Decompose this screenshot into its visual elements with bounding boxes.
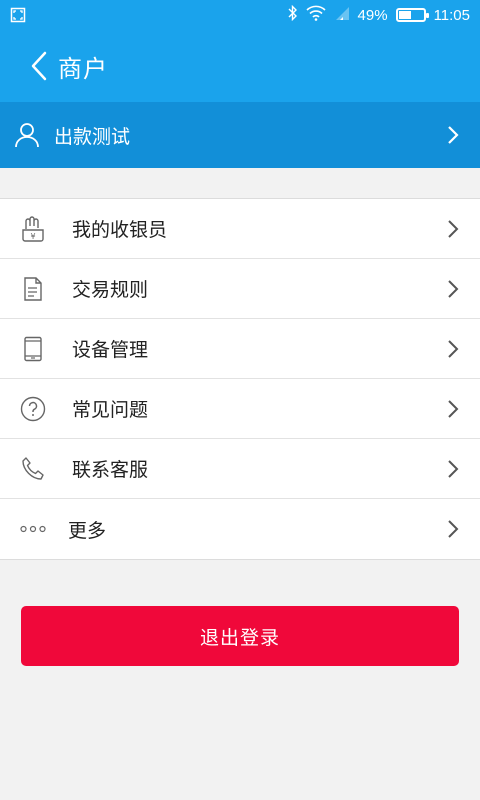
more-dots-icon [20, 516, 46, 542]
wifi-icon [305, 5, 326, 25]
battery-fill [398, 11, 412, 19]
menu-item-more[interactable]: 更多 [0, 499, 480, 559]
page-title: 商户 [58, 54, 108, 83]
menu-item-label: 联系客服 [72, 459, 149, 481]
screenshot-icon [10, 7, 26, 23]
svg-text:¥: ¥ [30, 232, 35, 241]
phone-icon [20, 456, 46, 482]
chevron-right-icon [446, 399, 460, 419]
menu-item-label: 更多 [68, 519, 107, 542]
bluetooth-icon [288, 4, 298, 25]
chevron-right-icon [446, 459, 460, 479]
account-name: 出款测试 [54, 125, 131, 148]
menu-list: ¥ 我的收银员 交易规则 设备管理 常见问题 联系客服 更多 [0, 198, 480, 560]
chevron-right-icon [446, 219, 460, 239]
document-icon [20, 276, 46, 302]
menu-item-label: 常见问题 [72, 399, 149, 421]
battery-icon [395, 8, 429, 22]
menu-item-label: 我的收银员 [72, 219, 168, 241]
menu-item-customer-service[interactable]: 联系客服 [0, 439, 480, 499]
question-icon [20, 396, 46, 422]
back-arrow-icon[interactable] [30, 50, 50, 82]
cashier-icon: ¥ [20, 215, 46, 242]
menu-item-faq[interactable]: 常见问题 [0, 379, 480, 439]
chevron-right-icon [446, 125, 460, 145]
menu-item-trade-rules[interactable]: 交易规则 [0, 259, 480, 319]
status-bar: 49% 11:05 [0, 0, 480, 30]
logout-button[interactable]: 退出登录 [21, 606, 459, 666]
chevron-right-icon [446, 339, 460, 359]
header: 商户 [0, 30, 480, 102]
menu-item-device-management[interactable]: 设备管理 [0, 319, 480, 379]
account-row[interactable]: 出款测试 [0, 102, 480, 168]
battery-percent: 49% [357, 6, 388, 24]
tablet-icon [20, 336, 46, 362]
menu-item-cashiers[interactable]: ¥ 我的收银员 [0, 199, 480, 259]
signal-icon [334, 5, 350, 25]
menu-item-label: 设备管理 [72, 339, 149, 361]
user-icon [14, 122, 40, 148]
clock: 11:05 [433, 6, 470, 24]
menu-item-label: 交易规则 [72, 279, 149, 301]
chevron-right-icon [446, 519, 460, 539]
chevron-right-icon [446, 279, 460, 299]
